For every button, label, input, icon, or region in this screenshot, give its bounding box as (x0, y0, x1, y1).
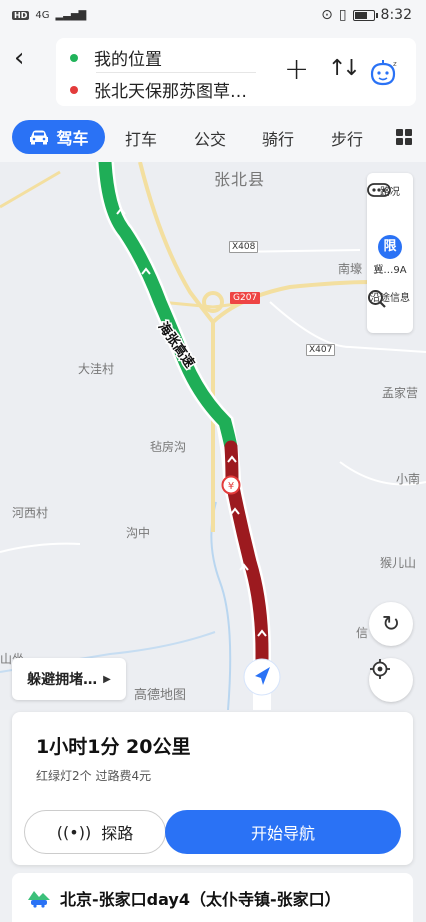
route-time-distance: 1小时1分 20公里 (36, 736, 191, 758)
origin-text: 我的位置 (94, 50, 162, 70)
traffic-limit-button[interactable]: 限 冀…9A (367, 235, 413, 276)
map-view[interactable]: 张北县 大洼村 毡房沟 河西村 沟中 孟家营 小南 猴儿山 南壕 信 堡 山坐 … (0, 162, 426, 710)
county-label: 张北县 (214, 170, 266, 189)
highway-label: 海张高速 (153, 318, 199, 373)
route-header: ‹ 我的位置 张北天保那苏图草… + ↑↓ z (0, 30, 426, 112)
map-tools-panel: 路况 限 冀…9A 沿途信息 (367, 173, 413, 333)
status-left: HD 4G ▂▃▅▇ (12, 10, 86, 21)
route-divider (96, 72, 256, 73)
place-label: 大洼村 (78, 362, 115, 376)
locate-icon (370, 659, 390, 679)
place-label: 南壕 (338, 262, 363, 276)
origin-row[interactable]: 我的位置 (70, 45, 162, 70)
voice-assistant-icon[interactable]: z (368, 58, 398, 86)
place-label: 毡房沟 (150, 440, 187, 454)
current-location-marker-icon (243, 658, 281, 696)
traffic-icon (367, 183, 391, 197)
avoid-congestion-button[interactable]: 躲避拥堵… ▶ (12, 658, 126, 700)
place-label: 河西村 (12, 506, 49, 520)
car-trip-icon (28, 890, 50, 908)
place-label: 小南 (396, 472, 421, 486)
hd-icon: HD (12, 10, 30, 20)
play-arrow-icon: ▶ (103, 673, 111, 685)
more-modes-icon[interactable] (396, 129, 412, 145)
destination-row[interactable]: 张北天保那苏图草… (70, 77, 247, 102)
trip-plan-strip[interactable]: 北京-张家口day4（太仆寺镇-张家口） (12, 873, 413, 922)
start-navigation-button[interactable]: 开始导航 (165, 810, 401, 854)
traffic-toggle[interactable]: 路况 (367, 183, 413, 198)
probe-route-button[interactable]: ((•)) 探路 (24, 810, 166, 854)
location-icon: ⊙ (321, 7, 333, 23)
amap-logo: 高德地图 (134, 688, 187, 703)
tab-drive[interactable]: 驾车 (12, 120, 105, 154)
status-bar: HD 4G ▂▃▅▇ ⊙ ▯ 8:32 (0, 0, 426, 30)
toll-station-icon: ¥ (221, 475, 241, 495)
place-label: 沟中 (126, 526, 151, 540)
along-route-info-button[interactable]: 沿途信息 (367, 289, 413, 308)
tab-drive-label: 驾车 (56, 129, 89, 148)
clock: 8:32 (380, 7, 412, 23)
radar-icon: ((•)) (56, 822, 92, 842)
destination-dot-icon (70, 85, 78, 94)
tab-bus[interactable]: 公交 (194, 126, 226, 150)
avoid-congestion-label: 躲避拥堵… (27, 672, 98, 688)
tab-walk[interactable]: 步行 (331, 126, 363, 150)
place-label: 猴儿山 (380, 556, 417, 570)
add-waypoint-icon[interactable]: + (284, 52, 309, 87)
route-details: 红绿灯2个 过路费4元 (36, 769, 152, 783)
place-label: 孟家营 (382, 386, 419, 400)
probe-route-label: 探路 (101, 824, 134, 843)
car-icon (30, 130, 49, 145)
battery-icon (352, 9, 378, 21)
back-button[interactable]: ‹ (14, 44, 40, 72)
refresh-route-button[interactable]: ↻ (369, 602, 413, 646)
svg-text:海张高速: 海张高速 (155, 319, 198, 371)
battery-level (354, 11, 367, 19)
road-tag: X407 (306, 344, 336, 356)
status-right: ⊙ ▯ 8:32 (321, 7, 412, 23)
trip-title: 北京-张家口day4（太仆寺镇-张家口） (60, 889, 341, 909)
svg-text:z: z (393, 60, 397, 68)
route-summary-card[interactable]: 1小时1分 20公里 红绿灯2个 过路费4元 ((•)) 探路 开始导航 (12, 712, 413, 865)
place-label: 信 (356, 626, 369, 640)
tab-bike[interactable]: 骑行 (262, 126, 294, 150)
origin-dot-icon (70, 53, 78, 62)
destination-text: 张北天保那苏图草… (94, 82, 247, 102)
svg-text:¥: ¥ (228, 481, 234, 492)
search-icon (368, 290, 386, 308)
swap-route-icon[interactable]: ↑↓ (328, 56, 361, 81)
limit-badge-icon: 限 (378, 235, 402, 259)
travel-mode-tabs: 驾车 打车 公交 骑行 步行 (0, 112, 426, 162)
road-tag: X408 (229, 241, 259, 253)
limit-plate-text: 冀…9A (373, 265, 407, 276)
route-input-box: 我的位置 张北天保那苏图草… + ↑↓ z (56, 38, 416, 106)
refresh-icon: ↻ (381, 611, 401, 637)
signal-icon: ▂▃▅▇ (55, 9, 87, 21)
tab-taxi[interactable]: 打车 (125, 126, 157, 150)
road-tag: G207 (230, 292, 261, 304)
locate-me-button[interactable] (369, 658, 413, 702)
vibrate-icon: ▯ (338, 7, 347, 23)
network-type: 4G (35, 9, 50, 21)
